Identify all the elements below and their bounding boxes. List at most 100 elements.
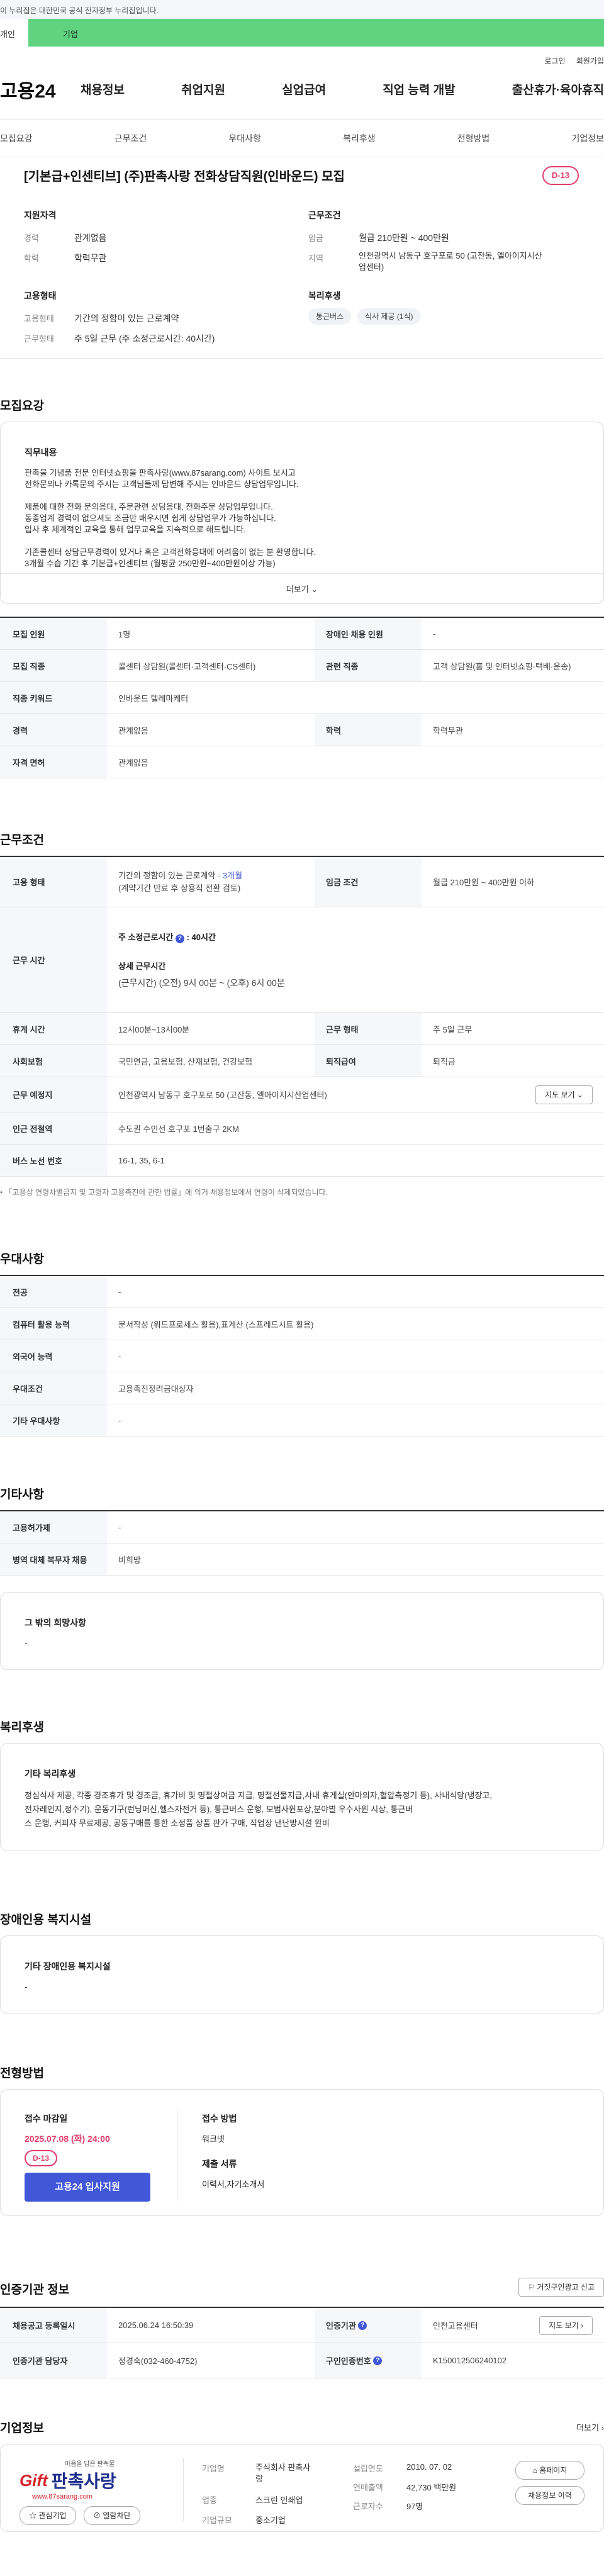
- tab-company[interactable]: 기업: [28, 19, 604, 47]
- row-label: 인증기관 담당자: [0, 2343, 107, 2378]
- map-button[interactable]: 지도 보기 ⌄: [535, 1085, 593, 1104]
- row-label: 인증기관 ?: [315, 2308, 422, 2343]
- tab-benefit[interactable]: 복리후생: [343, 132, 376, 145]
- gov-banner: 이 누리집은 대한민국 공식 전자정부 누리집입니다.: [0, 0, 604, 19]
- table-row: 버스 노선 번호 16-1, 35, 6-1: [0, 1145, 604, 1177]
- company-more-link[interactable]: 더보기 ›: [576, 2421, 604, 2433]
- agency-value: 인천고용센터 지도 보기 ›: [422, 2308, 604, 2343]
- method-heading: 접수 방법: [202, 2114, 237, 2124]
- sales-value: 42,730 백만원: [406, 2483, 457, 2492]
- apply-button[interactable]: 고용24 입사지원: [25, 2173, 150, 2202]
- work-time-value: 주 소정근로시간 ? : 40시간 상세 근무시간 (근무시간) (오전) 9시…: [107, 907, 604, 1012]
- table-row: 고용허가제 -: [0, 1511, 604, 1543]
- table-row: 우대조건 고용촉진장려금대상자: [0, 1372, 604, 1404]
- education-value: 학력무관: [74, 253, 107, 263]
- site-logo[interactable]: 고용24: [0, 76, 56, 103]
- tab-personal[interactable]: 개인: [0, 19, 28, 47]
- gnb-item-unemployment[interactable]: 실업급여: [282, 81, 326, 98]
- report-button[interactable]: ⚐ 거짓구인광고 신고: [518, 2278, 604, 2297]
- tab-preference[interactable]: 우대사항: [228, 132, 261, 145]
- welfare-chip-bus: 통근버스: [308, 308, 352, 325]
- industry-label: 업종: [202, 2495, 217, 2505]
- info-icon[interactable]: ?: [358, 2321, 367, 2330]
- block-icon: ⊘: [93, 2511, 101, 2520]
- row-value: -: [118, 1287, 121, 1297]
- other-heading: 기타사항: [0, 1488, 44, 1501]
- gnb-item-jobs[interactable]: 채용정보: [81, 81, 125, 98]
- founded-value: 2010. 07. 02: [406, 2462, 452, 2472]
- row-label: 경력: [0, 714, 107, 746]
- homepage-button[interactable]: ⌂ 홈페이지: [515, 2461, 584, 2480]
- row-value: 학력무관: [433, 725, 463, 736]
- more-button[interactable]: 더보기 ⌄: [1, 573, 603, 603]
- duty-box: 직무내용 판촉물 기념품 전문 인터넷쇼핑몰 판촉사랑(www.87sarang…: [0, 422, 604, 604]
- signup-link[interactable]: 회원가입: [576, 57, 604, 65]
- row-label: 채용공고 등록일시: [0, 2308, 107, 2343]
- row-label: 관련 직종: [315, 650, 422, 681]
- tab-company[interactable]: 기업정보: [571, 132, 604, 145]
- gnb-item-leave[interactable]: 출산휴가·육아휴직: [512, 81, 604, 98]
- row-value: 월급 210만원 ~ 400만원 이하: [433, 878, 535, 887]
- welfare-heading: 복리후생: [308, 291, 341, 301]
- benefit-line: 정심식사 제공, 각종 경조휴가 및 경조금, 휴가비 및 명절상여금 지급, …: [25, 1791, 493, 1800]
- favorite-button[interactable]: ☆ 관심기업: [20, 2506, 76, 2525]
- work-form-value: 주 5일 근무 (주 소정근로시간: 40시간): [74, 333, 215, 344]
- info-icon[interactable]: ?: [373, 2356, 383, 2365]
- tab-recruit[interactable]: 모집요강: [0, 132, 33, 145]
- qualification-heading: 지원자격: [24, 210, 57, 220]
- career-value: 관계없음: [74, 233, 107, 243]
- row-value: 수도권 수인선 호구포 1번출구 2KM: [118, 1124, 239, 1134]
- job-history-button[interactable]: 채용정보 이력: [515, 2486, 584, 2505]
- gnb-item-training[interactable]: 직업 능력 개발: [383, 81, 455, 98]
- career-label: 경력: [24, 233, 39, 243]
- hope-heading: 그 밖의 희망사항: [25, 1618, 86, 1628]
- table-row: 기타 우대사항 -: [0, 1404, 604, 1436]
- tab-work-conditions[interactable]: 근무조건: [115, 132, 147, 145]
- audience-tabs: 개인 기업: [0, 19, 604, 47]
- row-label: 고용허가제: [0, 1511, 107, 1543]
- dday-badge: D-13: [25, 2150, 57, 2166]
- row-value: 고객 상담원(홈 및 인터넷쇼핑·택배·운송): [433, 661, 571, 671]
- gnb-menu: 채용정보 취업지원 실업급여 직업 능력 개발 출산휴가·육아휴직: [81, 81, 604, 98]
- table-row: 직종 키워드 인바운드 텔레마케터: [0, 682, 604, 714]
- login-link[interactable]: 로그인: [544, 57, 565, 65]
- row-value: 퇴직금: [433, 1056, 456, 1067]
- conditions-heading: 근무조건: [308, 210, 341, 220]
- row-label: 휴게 시간: [0, 1013, 107, 1044]
- work-table: 고용 형태 기간의 정함이 있는 근로계약 · 3개월 (계약기간 만료 후 상…: [0, 856, 604, 1177]
- workers-value: 97명: [406, 2502, 423, 2511]
- workers-label: 근로자수: [353, 2502, 383, 2511]
- place-value: 인천광역시 남동구 호구포로 50 (고잔동, 엘아이지시산업센터) 지도 보기…: [107, 1077, 604, 1112]
- row-label: 우대조건: [0, 1372, 107, 1404]
- row-label: 병역 대체 복무자 채용: [0, 1543, 107, 1575]
- preference-table: 전공 - 컴퓨터 활용 능력 문서작성 (워드프로세스 활용),표계산 (스프레드시…: [0, 1275, 604, 1436]
- row-value: -: [118, 1522, 121, 1532]
- welfare-chip-meal: 식사 제공 (1식): [357, 308, 421, 325]
- table-row: 인근 전철역 수도권 수인선 호구포 1번출구 2KM: [0, 1112, 604, 1145]
- row-label: 구인인증번호 ?: [315, 2343, 422, 2378]
- table-row: 경력 관계없음 학력 학력무관: [0, 714, 604, 746]
- benefit-heading: 복리후생: [0, 1721, 44, 1734]
- block-button[interactable]: ⊘ 열람차단: [84, 2506, 140, 2525]
- row-value: 고용촉진장려금대상자: [118, 1384, 194, 1394]
- sales-label: 연매출액: [353, 2483, 383, 2492]
- agency-map-button[interactable]: 지도 보기 ›: [539, 2316, 593, 2335]
- gnb-item-support[interactable]: 취업지원: [181, 81, 225, 98]
- report-icon: ⚐: [528, 2283, 535, 2292]
- industry-value: 스크린 인쇄업: [255, 2495, 303, 2505]
- disability-box: 기타 장애인용 복지시설 -: [0, 1935, 604, 2013]
- info-icon[interactable]: ?: [175, 934, 184, 943]
- row-value: 정경숙(032-460-4752): [118, 2356, 198, 2366]
- founded-label: 설립연도: [353, 2464, 383, 2473]
- deadline-value: 2025.07.08 (화) 24:00: [25, 2134, 110, 2144]
- table-row: 근무 시간 주 소정근로시간 ? : 40시간 상세 근무시간 (근무시간) (…: [0, 907, 604, 1013]
- employment-line2: (계약기간 만료 후 상용직 전환 검토): [118, 883, 241, 893]
- divider: [183, 2458, 184, 2521]
- duty-line: 3개월 수습 기간 후 기본급+인센티브 (월평균 250만원~400만원이상 …: [25, 559, 276, 568]
- disability-heading: 장애인용 복지시설: [0, 1913, 92, 1927]
- row-label: 기타 우대사항: [0, 1404, 107, 1436]
- row-value: 2025.06.24 16:50:39: [118, 2321, 194, 2330]
- duty-line: 기존콜센터 상담근무경력이 있거나 혹은 고객전화응대에 어려움이 없는 분 환…: [25, 547, 316, 557]
- row-label: 장애인 채용 인원: [315, 618, 422, 649]
- tab-selection[interactable]: 전형방법: [457, 132, 490, 145]
